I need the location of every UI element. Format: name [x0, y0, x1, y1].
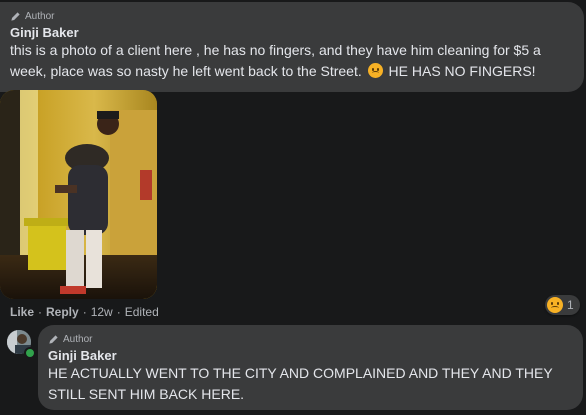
reply-link[interactable]: Reply	[46, 305, 79, 319]
comment-photo[interactable]	[0, 90, 157, 299]
comment-bubble-2: Author Ginji Baker HE ACTUALLY WENT TO T…	[38, 325, 583, 410]
separator: ·	[116, 305, 121, 319]
pencil-icon	[11, 11, 20, 21]
like-link[interactable]: Like	[10, 305, 34, 319]
timestamp-link[interactable]: 12w	[91, 305, 113, 319]
separator: ·	[82, 305, 87, 319]
commenter-name[interactable]: Ginji Baker	[10, 25, 574, 40]
comment-text: this is a photo of a client here , he ha…	[10, 40, 574, 82]
author-badge: Author	[48, 333, 571, 345]
separator: ·	[38, 305, 43, 319]
comment-actions: Like · Reply · 12w · Edited	[10, 305, 159, 319]
edited-label[interactable]: Edited	[125, 305, 159, 319]
comment-text-tail: HE HAS NO FINGERS!	[388, 63, 536, 79]
comment-bubble-1: Author Ginji Baker this is a photo of a …	[0, 2, 584, 92]
sad-reaction-icon	[547, 297, 563, 313]
pencil-icon	[49, 334, 58, 344]
author-badge-label: Author	[25, 10, 55, 22]
comment-text: HE ACTUALLY WENT TO THE CITY AND COMPLAI…	[48, 365, 553, 402]
commenter-name[interactable]: Ginji Baker	[48, 348, 571, 363]
photo-image	[0, 90, 157, 299]
online-status-dot	[24, 347, 36, 359]
author-badge-label: Author	[63, 333, 93, 345]
reaction-count: 1	[567, 298, 574, 312]
reaction-summary[interactable]: 1	[545, 295, 580, 315]
author-badge: Author	[10, 10, 574, 22]
sad-face-emoji-icon	[367, 63, 383, 78]
